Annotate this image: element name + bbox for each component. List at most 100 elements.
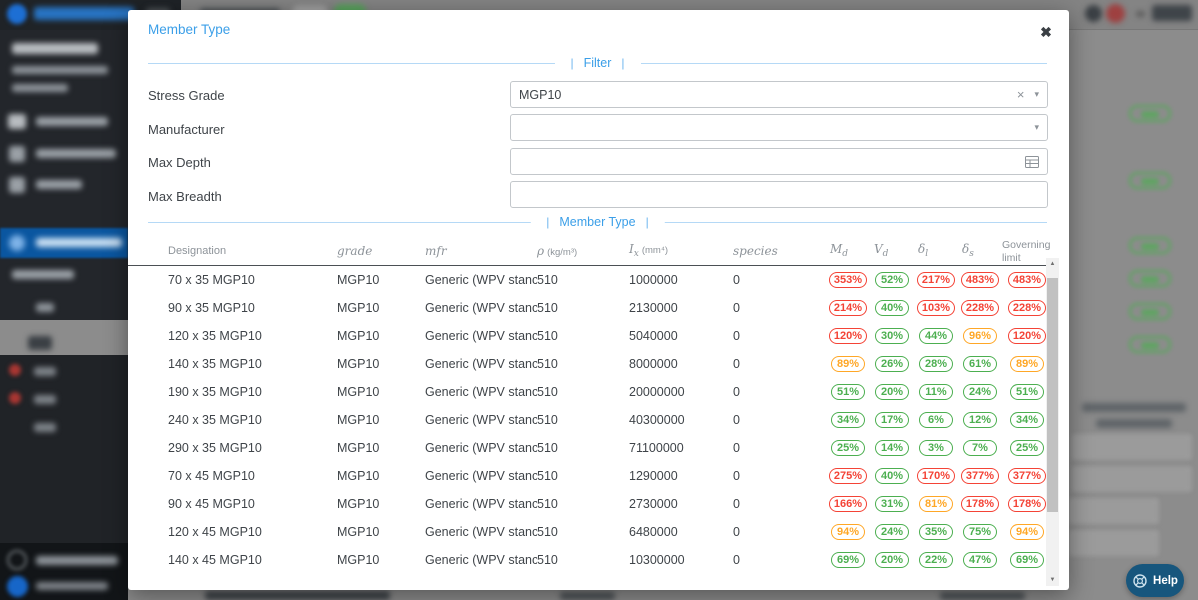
cell-governing: 25% [1002,440,1052,456]
cell-vd: 20% [870,384,914,400]
manufacturer-label: Manufacturer [148,122,225,137]
clear-icon[interactable]: × [1017,88,1025,101]
help-button[interactable]: Help [1126,564,1184,597]
cell-ix: 2730000 [629,497,733,511]
blurred-avatar-icon [1085,5,1102,22]
cell-grade: MGP10 [337,441,425,455]
manufacturer-select[interactable]: ▾ [510,114,1048,141]
cell-designation: 190 x 35 MGP10 [168,385,337,399]
cell-mfr: Generic (WPV stanc [425,385,537,399]
cell-md: 120% [826,328,870,344]
cell-rho: 510 [537,385,629,399]
blurred-pass-badge [1129,270,1171,287]
utilisation-badge: 89% [831,356,865,372]
utilisation-badge: 22% [919,552,953,568]
cell-ix: 6480000 [629,525,733,539]
scroll-up-icon[interactable]: ▲ [1046,258,1059,270]
member-type-section-label: Member Type [559,215,635,229]
cell-mfr: Generic (WPV stanc [425,301,537,315]
cell-md: 34% [826,412,870,428]
utilisation-badge: 61% [963,356,997,372]
cell-species: 0 [733,273,826,287]
blurred-calc-item [34,367,56,376]
utilisation-badge: 275% [829,468,867,484]
cell-grade: MGP10 [337,413,425,427]
utilisation-badge: 24% [875,524,909,540]
cell-ix: 2130000 [629,301,733,315]
scroll-down-icon[interactable]: ▼ [1046,574,1059,586]
col-dl: δl [914,243,958,260]
cell-rho: 510 [537,497,629,511]
col-species: species [733,245,826,259]
cell-md: 25% [826,440,870,456]
blurred-notification-icon [1106,4,1125,23]
utilisation-badge: 483% [1008,272,1046,288]
table-row[interactable]: 140 x 35 MGP10 MGP10 Generic (WPV stanc … [128,350,1048,378]
cell-designation: 90 x 35 MGP10 [168,301,337,315]
utilisation-badge: 51% [1010,384,1044,400]
cell-ix: 10300000 [629,553,733,567]
table-row[interactable]: 70 x 35 MGP10 MGP10 Generic (WPV stanc 5… [128,266,1048,294]
utilisation-badge: 44% [919,328,953,344]
chevron-down-icon[interactable]: ▾ [1034,123,1039,132]
utilisation-badge: 75% [963,524,997,540]
cell-dl: 81% [914,496,958,512]
table-body: 70 x 35 MGP10 MGP10 Generic (WPV stanc 5… [128,266,1048,574]
cell-dl: 28% [914,356,958,372]
blurred-sidebar-item [36,180,82,189]
max-breadth-input[interactable] [510,181,1048,208]
col-mfr: mfr [425,245,537,259]
cell-ix: 1290000 [629,469,733,483]
utilisation-badge: 94% [831,524,865,540]
cell-ds: 7% [958,440,1002,456]
table-row[interactable]: 120 x 45 MGP10 MGP10 Generic (WPV stanc … [128,518,1048,546]
cell-vd: 17% [870,412,914,428]
stress-grade-select[interactable]: MGP10 × ▾ [510,81,1048,108]
table-row[interactable]: 90 x 45 MGP10 MGP10 Generic (WPV stanc 5… [128,490,1048,518]
table-row[interactable]: 190 x 35 MGP10 MGP10 Generic (WPV stanc … [128,378,1048,406]
utilisation-badge: 103% [917,300,955,316]
cell-mfr: Generic (WPV stanc [425,413,537,427]
blurred-calc-item [34,423,56,432]
max-depth-input[interactable] [510,148,1048,175]
table-row[interactable]: 120 x 35 MGP10 MGP10 Generic (WPV stanc … [128,322,1048,350]
utilisation-badge: 26% [875,356,909,372]
cell-mfr: Generic (WPV stanc [425,329,537,343]
table-row[interactable]: 140 x 45 MGP10 MGP10 Generic (WPV stanc … [128,546,1048,574]
utilisation-badge: 81% [919,496,953,512]
col-rho: ρ(kg/m³) [537,245,629,259]
table-header: Designation grade mfr ρ(kg/m³) Ix(mm⁴) s… [128,238,1048,266]
cell-md: 353% [826,272,870,288]
table-row[interactable]: 70 x 45 MGP10 MGP10 Generic (WPV stanc 5… [128,462,1048,490]
cell-ix: 1000000 [629,273,733,287]
table-row[interactable]: 90 x 35 MGP10 MGP10 Generic (WPV stanc 5… [128,294,1048,322]
cell-dl: 44% [914,328,958,344]
cell-vd: 24% [870,524,914,540]
cell-md: 214% [826,300,870,316]
col-grade: grade [337,245,425,259]
table-row[interactable]: 240 x 35 MGP10 MGP10 Generic (WPV stanc … [128,406,1048,434]
blurred-app-logo-text [34,7,134,20]
table-scrollbar[interactable]: ▲ ▼ [1046,258,1059,586]
blurred-support-icon [7,550,27,570]
close-icon[interactable]: ✖ [1035,21,1057,43]
datasheet-icon[interactable] [1025,156,1039,168]
utilisation-badge: 69% [831,552,865,568]
blurred-speaker-icon [8,114,26,129]
cell-rho: 510 [537,273,629,287]
blurred-topbar-button [1152,5,1192,21]
cell-rho: 510 [537,301,629,315]
blurred-schedule-icon [9,146,25,162]
max-breadth-label: Max Breadth [148,189,222,204]
cell-species: 0 [733,441,826,455]
chevron-down-icon[interactable]: ▾ [1034,90,1039,99]
cell-governing: 377% [1002,468,1052,484]
cell-ds: 61% [958,356,1002,372]
calc-list-panel [0,355,128,543]
scrollbar-thumb[interactable] [1047,278,1058,512]
utilisation-badge: 96% [963,328,997,344]
utilisation-badge: 52% [875,272,909,288]
blurred-selected-nav-item [0,228,128,258]
table-row[interactable]: 290 x 35 MGP10 MGP10 Generic (WPV stanc … [128,434,1048,462]
blurred-selected-label [36,238,122,247]
